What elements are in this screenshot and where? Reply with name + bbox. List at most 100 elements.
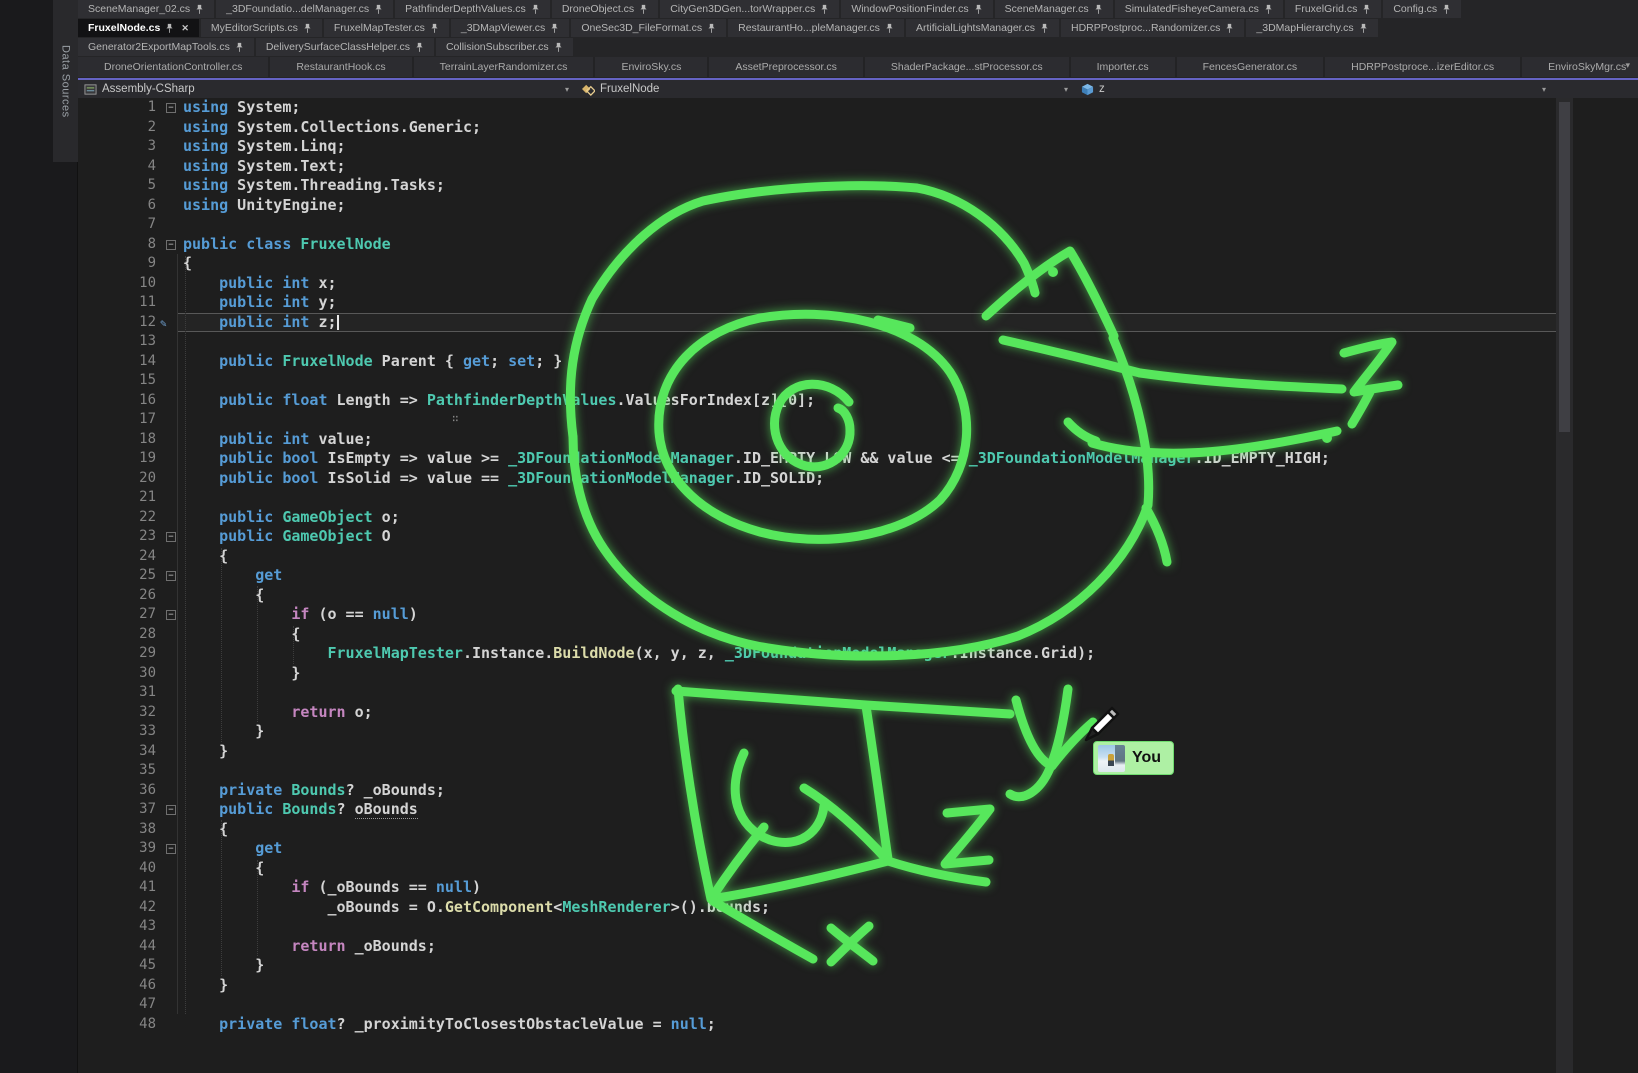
code-line-10[interactable]: 10 public int x; — [78, 274, 1556, 294]
code-line-2[interactable]: 2using System.Collections.Generic; — [78, 118, 1556, 138]
tab-shaderpackage-stprocessor-cs[interactable]: ShaderPackage...stProcessor.cs — [865, 57, 1069, 77]
pin-icon[interactable] — [531, 4, 540, 15]
pin-icon[interactable] — [1362, 4, 1371, 15]
code-line-33[interactable]: 33 } — [78, 722, 1556, 742]
code-line-47[interactable]: 47 — [78, 995, 1556, 1015]
pin-icon[interactable] — [374, 4, 383, 15]
code-line-27[interactable]: 27− if (o == null) — [78, 605, 1556, 625]
member-dropdown[interactable]: z — [1081, 83, 1105, 96]
project-dropdown[interactable]: Assembly-CSharp — [84, 83, 195, 96]
code-line-5[interactable]: 5using System.Threading.Tasks; — [78, 176, 1556, 196]
pin-icon[interactable] — [1264, 4, 1273, 15]
tab-config-cs[interactable]: Config.cs — [1383, 0, 1461, 18]
tab-assetpreprocessor-cs[interactable]: AssetPreprocessor.cs — [709, 57, 863, 77]
tab-hdrppostproc-randomizer-cs[interactable]: HDRPPostproc...Randomizer.cs — [1061, 19, 1244, 37]
tab-fencesgenerator-cs[interactable]: FencesGenerator.cs — [1177, 57, 1324, 77]
pin-icon[interactable] — [1225, 23, 1234, 34]
tab-fruxelgrid-cs[interactable]: FruxelGrid.cs — [1285, 0, 1381, 18]
tab-hdrppostproce-izereditor-cs[interactable]: HDRPPostproce...izerEditor.cs — [1325, 57, 1520, 77]
code-line-38[interactable]: 38 { — [78, 820, 1556, 840]
code-line-30[interactable]: 30 } — [78, 664, 1556, 684]
code-line-22[interactable]: 22 public GameObject o; — [78, 508, 1556, 528]
fold-collapse-icon[interactable]: − — [166, 844, 176, 854]
tab-generator2exportmaptools-cs[interactable]: Generator2ExportMapTools.cs — [78, 38, 254, 56]
pin-icon[interactable] — [820, 4, 829, 15]
code-line-24[interactable]: 24 { — [78, 547, 1556, 567]
code-line-11[interactable]: 11 public int y; — [78, 293, 1556, 313]
pin-icon[interactable] — [1359, 23, 1368, 34]
code-line-32[interactable]: 32 return o; — [78, 703, 1556, 723]
tab-overflow-chevron-icon[interactable]: ▾ — [1625, 60, 1630, 71]
tab-windowpositionfinder-cs[interactable]: WindowPositionFinder.cs — [841, 0, 992, 18]
code-line-29[interactable]: 29 FruxelMapTester.Instance.BuildNode(x,… — [78, 644, 1556, 664]
code-line-42[interactable]: 42 _oBounds = O.GetComponent<MeshRendere… — [78, 898, 1556, 918]
tab-collisionsubscriber-cs[interactable]: CollisionSubscriber.cs — [436, 38, 573, 56]
code-line-45[interactable]: 45 } — [78, 956, 1556, 976]
tab-restauranthook-cs[interactable]: RestaurantHook.cs — [270, 57, 411, 77]
vertical-scrollbar[interactable] — [1556, 98, 1573, 1073]
pin-icon[interactable] — [430, 23, 439, 34]
type-dropdown[interactable]: FruxelNode — [582, 83, 659, 96]
data-sources-panel-tab[interactable]: Data Sources — [53, 0, 78, 162]
tab--3dmaphierarchy-cs[interactable]: _3DMapHierarchy.cs — [1246, 19, 1377, 37]
code-line-4[interactable]: 4using System.Text; — [78, 157, 1556, 177]
fold-collapse-icon[interactable]: − — [166, 532, 176, 542]
fold-collapse-icon[interactable]: − — [166, 103, 176, 113]
tab-droneobject-cs[interactable]: DroneObject.cs — [552, 0, 658, 18]
pin-icon[interactable] — [303, 23, 312, 34]
tab-pathfinderdepthvalues-cs[interactable]: PathfinderDepthValues.cs — [395, 0, 550, 18]
code-line-26[interactable]: 26 { — [78, 586, 1556, 606]
pin-icon[interactable] — [885, 23, 894, 34]
code-line-21[interactable]: 21 — [78, 488, 1556, 508]
scrollbar-thumb[interactable] — [1559, 102, 1570, 432]
code-line-37[interactable]: 37− public Bounds? oBounds — [78, 800, 1556, 820]
pin-icon[interactable] — [707, 23, 716, 34]
tab-terrainlayerrandomizer-cs[interactable]: TerrainLayerRandomizer.cs — [414, 57, 594, 77]
code-line-14[interactable]: 14 public FruxelNode Parent { get; set; … — [78, 352, 1556, 372]
tab-onesec3d-fileformat-cs[interactable]: OneSec3D_FileFormat.cs — [571, 19, 726, 37]
pin-icon[interactable] — [165, 23, 174, 34]
code-line-25[interactable]: 25− get — [78, 566, 1556, 586]
code-line-1[interactable]: 1−using System; — [78, 98, 1556, 118]
tab-citygen3dgen-torwrapper-cs[interactable]: CityGen3DGen...torWrapper.cs — [660, 0, 839, 18]
tab-deliverysurfaceclasshelper-cs[interactable]: DeliverySurfaceClassHelper.cs — [256, 38, 434, 56]
fold-collapse-icon[interactable]: − — [166, 240, 176, 250]
code-line-16[interactable]: 16 public float Length => PathfinderDept… — [78, 391, 1556, 411]
code-line-18[interactable]: 18 public int value; — [78, 430, 1556, 450]
tab-scenemanager-cs[interactable]: SceneManager.cs — [995, 0, 1113, 18]
code-line-17[interactable]: 17 — [78, 410, 1556, 430]
tab-artificiallightsmanager-cs[interactable]: ArtificialLightsManager.cs — [906, 19, 1059, 37]
tab--3dmapviewer-cs[interactable]: _3DMapViewer.cs — [451, 19, 569, 37]
type-dropdown-chevron-icon[interactable]: ▾ — [1064, 85, 1068, 94]
tab-scenemanager-02-cs[interactable]: SceneManager_02.cs — [78, 0, 214, 18]
member-dropdown-chevron-icon[interactable]: ▾ — [1542, 85, 1546, 94]
code-line-15[interactable]: 15 — [78, 371, 1556, 391]
code-line-43[interactable]: 43 — [78, 917, 1556, 937]
tab-droneorientationcontroller-cs[interactable]: DroneOrientationController.cs — [78, 57, 268, 77]
pin-icon[interactable] — [1040, 23, 1049, 34]
code-line-8[interactable]: 8−public class FruxelNode — [78, 235, 1556, 255]
pin-icon[interactable] — [639, 4, 648, 15]
code-line-9[interactable]: 9{ — [78, 254, 1556, 274]
code-line-39[interactable]: 39− get — [78, 839, 1556, 859]
code-line-20[interactable]: 20 public bool IsSolid => value == _3DFo… — [78, 469, 1556, 489]
tab-fruxelmaptester-cs[interactable]: FruxelMapTester.cs — [324, 19, 449, 37]
code-line-19[interactable]: 19 public bool IsEmpty => value >= _3DFo… — [78, 449, 1556, 469]
code-line-44[interactable]: 44 return _oBounds; — [78, 937, 1556, 957]
tab-importer-cs[interactable]: Importer.cs — [1071, 57, 1175, 77]
code-line-48[interactable]: 48 private float? _proximityToClosestObs… — [78, 1015, 1556, 1035]
tab-restaurantho-plemanager-cs[interactable]: RestaurantHo...pleManager.cs — [728, 19, 904, 37]
pin-icon[interactable] — [1442, 4, 1451, 15]
tab-close-icon[interactable]: ✕ — [181, 23, 189, 34]
project-dropdown-chevron-icon[interactable]: ▾ — [565, 85, 569, 94]
tab-enviroskymgr-cs[interactable]: EnviroSkyMgr.cs — [1522, 57, 1638, 77]
pin-icon[interactable] — [974, 4, 983, 15]
code-line-41[interactable]: 41 if (_oBounds == null) — [78, 878, 1556, 898]
pin-icon[interactable] — [195, 4, 204, 15]
code-line-3[interactable]: 3using System.Linq; — [78, 137, 1556, 157]
code-line-46[interactable]: 46 } — [78, 976, 1556, 996]
tab-fruxelnode-cs[interactable]: FruxelNode.cs✕ — [78, 19, 199, 37]
code-editor[interactable]: 1−using System;2using System.Collections… — [78, 98, 1638, 1073]
fold-collapse-icon[interactable]: − — [166, 610, 176, 620]
code-line-6[interactable]: 6using UnityEngine; — [78, 196, 1556, 216]
